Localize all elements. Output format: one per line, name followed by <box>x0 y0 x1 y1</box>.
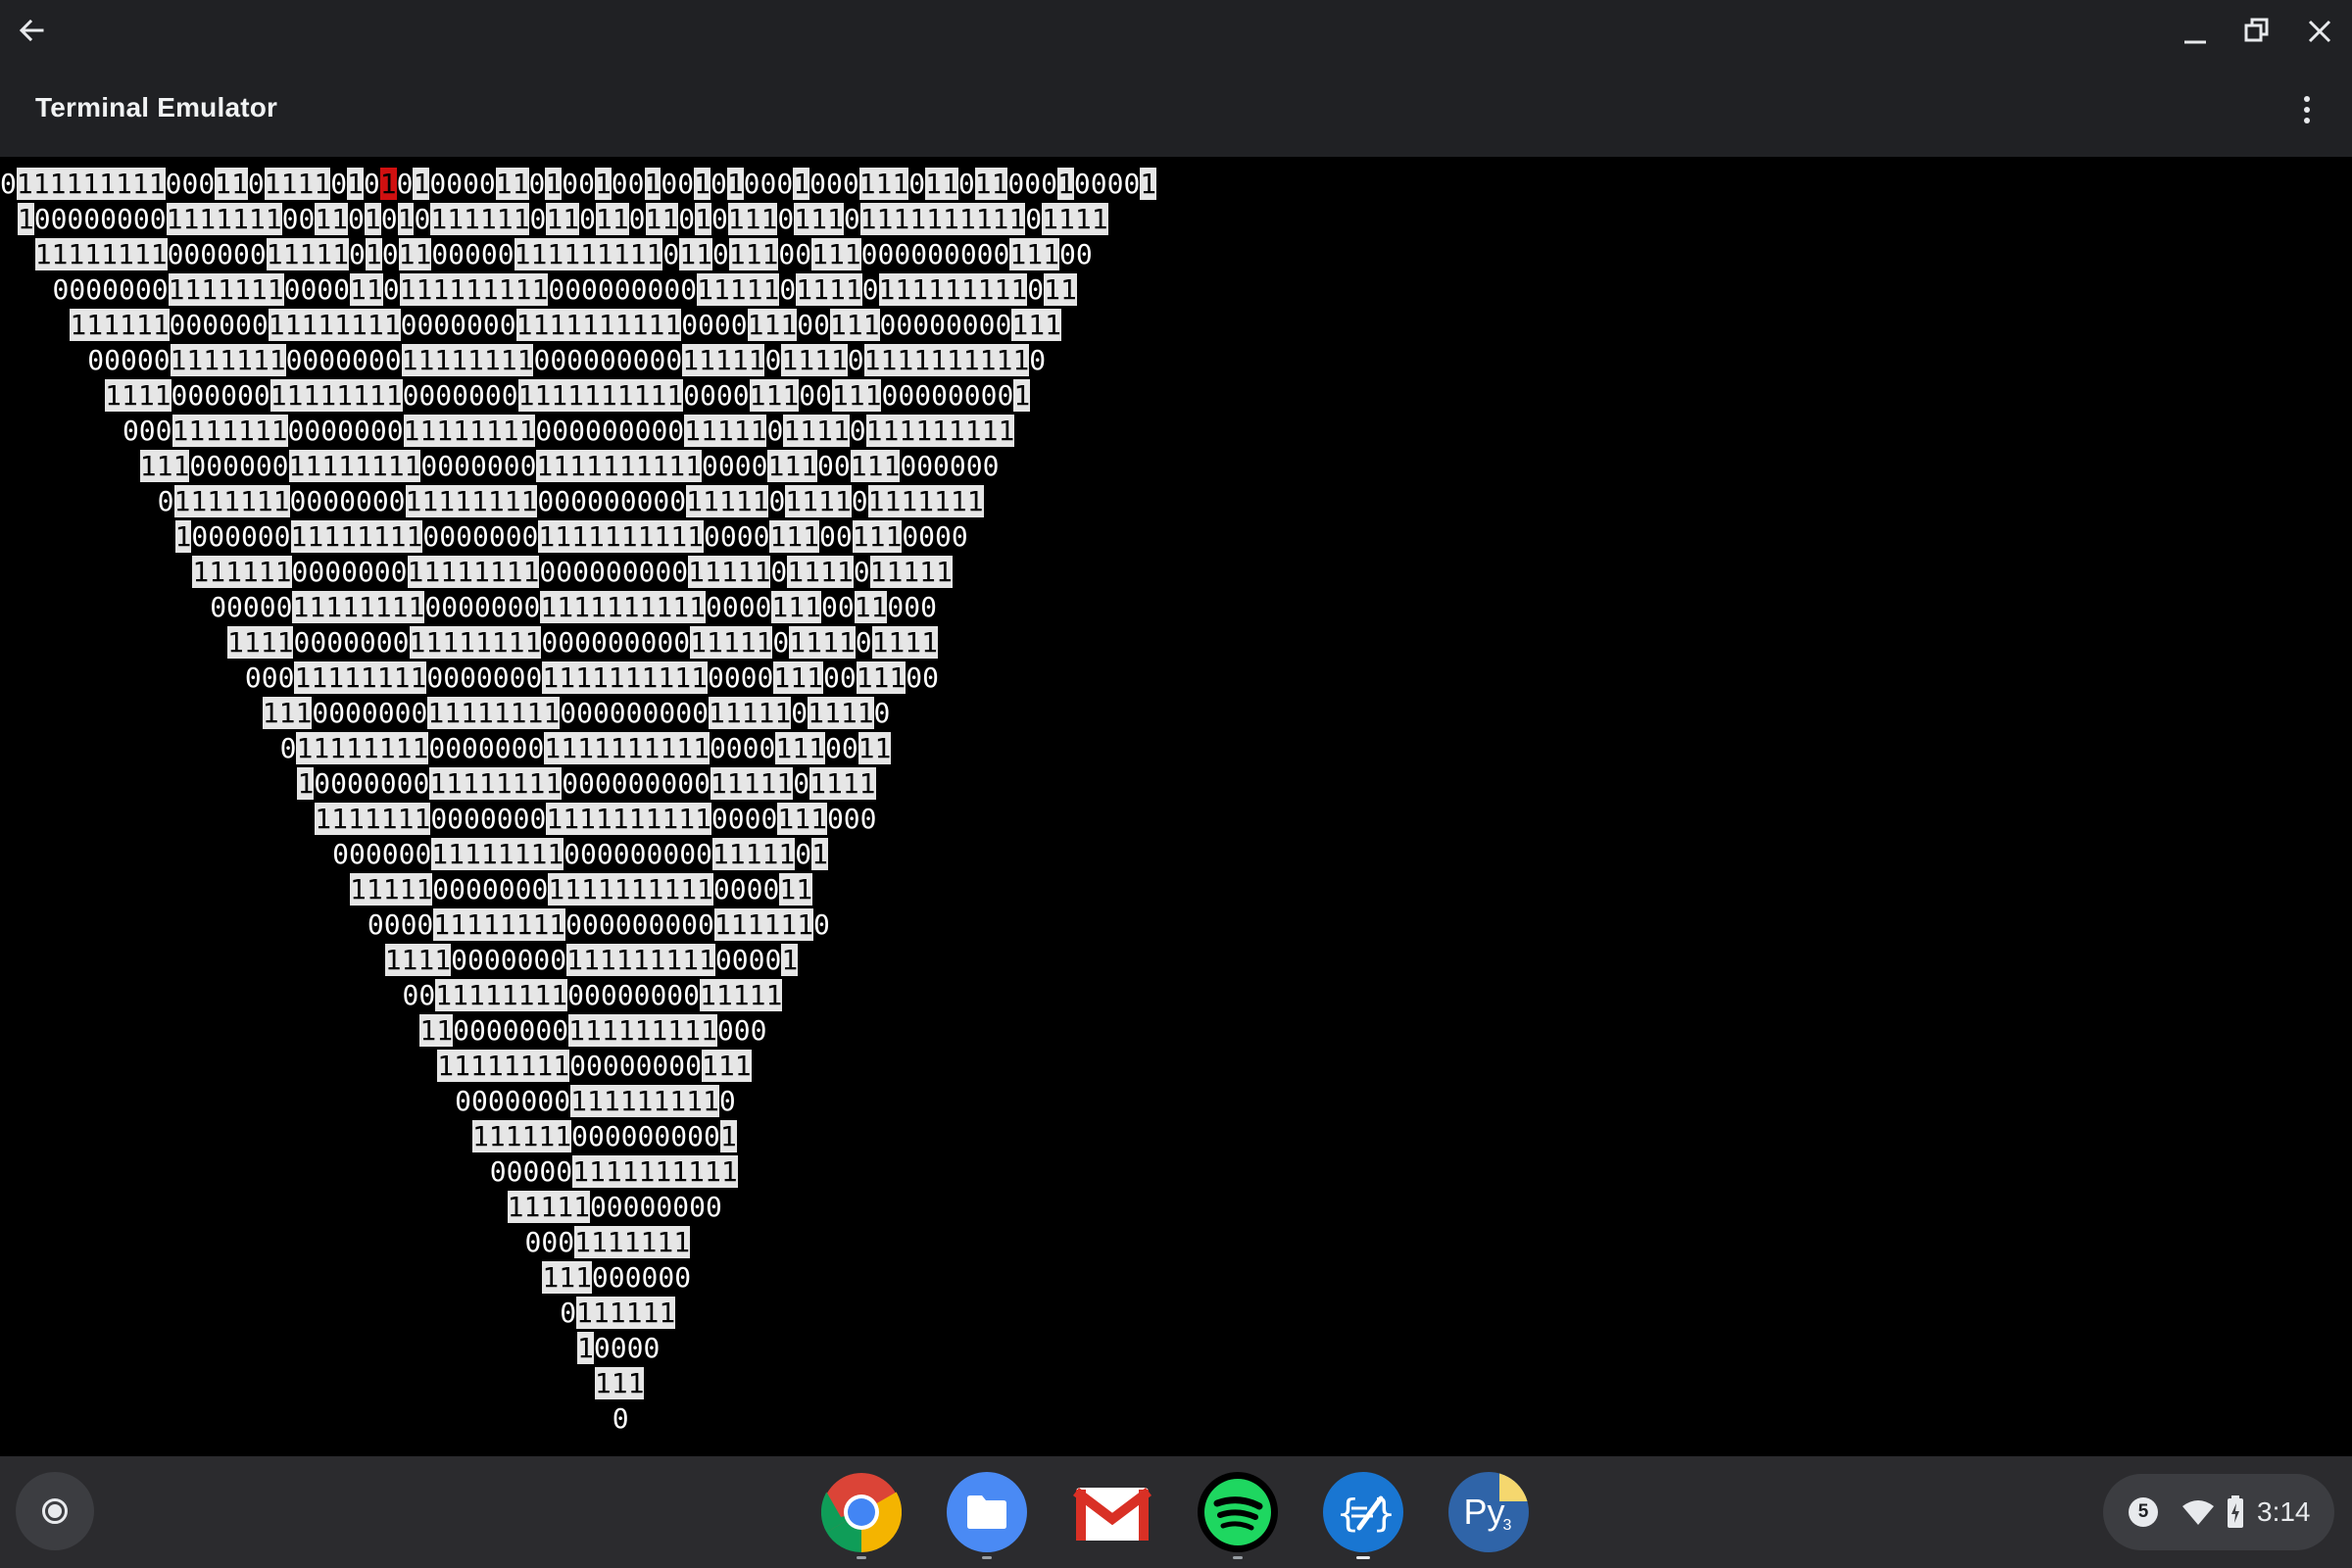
launcher-button[interactable] <box>16 1472 94 1550</box>
text-editor-app[interactable]: { } <box>1323 1472 1403 1552</box>
terminal-line: 11100000001111111100000000011111011110 <box>262 697 891 729</box>
terminal-line: 1000000001111111001101010111111011011011… <box>17 203 1108 235</box>
terminal-line: 1111110000001111111100000001111111111000… <box>70 309 1061 341</box>
terminal-line: 0001111111000000011111111000000000111110… <box>122 415 1015 447</box>
launcher-icon <box>42 1498 68 1524</box>
python3-version-mark: 3 <box>1502 1517 1512 1534</box>
terminal-line: 1111100000001111111111000011 <box>350 873 813 906</box>
files-app[interactable] <box>947 1472 1027 1552</box>
chrome-icon <box>821 1473 902 1552</box>
terminal-line: 1111111100000011111010110000011111111101… <box>34 238 1093 270</box>
chrome-running-indicator <box>857 1556 866 1559</box>
terminal-line: 0111111110000000111111111100001110011 <box>279 732 892 764</box>
terminal-line: 0111111111000110111101010100001101001001… <box>0 168 1157 200</box>
terminal-line: 000000111111110000000001111101 <box>332 838 828 870</box>
more-vert-icon <box>2304 96 2310 123</box>
terminal-line: 1111111000000011111111110000111000 <box>315 803 877 835</box>
terminal-line: 1111111100000000111 <box>437 1050 752 1082</box>
spotify-running-indicator <box>1233 1556 1243 1559</box>
terminal-line: 1111000000011111111000000000111110111101… <box>227 626 938 659</box>
gmail-app[interactable] <box>1072 1472 1152 1552</box>
terminal-line: 0111111100000001111111100000000011111011… <box>157 485 984 517</box>
text-editor-icon: { } <box>1337 1492 1393 1535</box>
spotify-icon <box>1204 1479 1271 1545</box>
terminal-line: 00111111110000000011111 <box>402 979 783 1011</box>
terminal-line: 10000000111111110000000001111101111 <box>297 767 876 800</box>
terminal-line: 111000000 <box>542 1261 692 1294</box>
terminal-line: 110000000111111111000 <box>419 1014 767 1047</box>
terminal-line: 00000001111111110 <box>455 1085 736 1117</box>
battery-charging-icon <box>2228 1495 2243 1528</box>
restore-button[interactable] <box>2230 3 2284 58</box>
terminal-line: 0111111 <box>560 1297 676 1329</box>
minimize-icon <box>2184 40 2206 44</box>
arrow-left-icon <box>19 19 44 42</box>
clock: 3:14 <box>2257 1496 2311 1527</box>
wifi-icon <box>2182 1500 2214 1525</box>
chrome-app[interactable] <box>821 1472 902 1552</box>
status-tray[interactable]: 5 3:14 <box>2103 1474 2334 1550</box>
terminal-line: 1111000000011111111100001 <box>384 944 799 976</box>
notification-count-badge: 5 <box>2129 1497 2158 1527</box>
terminal-line: 1111100000000 <box>507 1191 722 1223</box>
gmail-icon <box>1072 1488 1152 1541</box>
terminal-line: 0001111111100000001111111111000011100111… <box>244 662 939 694</box>
terminal-line: 1110000001111111100000001111111111000011… <box>139 450 1000 482</box>
terminal-line: 1111110000000111111110000000001111101111… <box>192 556 953 588</box>
minimize-button[interactable] <box>2168 4 2223 59</box>
back-button[interactable] <box>4 3 59 58</box>
terminal-line: 0000000111111100001101111111110000000001… <box>52 273 1077 306</box>
terminal-line: 111 <box>594 1367 645 1399</box>
python3-label: Py <box>1463 1492 1505 1532</box>
terminal-line: 0000011111110000000111111110000000001111… <box>87 344 1047 376</box>
text-editor-running-indicator <box>1356 1556 1370 1559</box>
shelf: { } Py 3 5 3:14 <box>0 1456 2352 1568</box>
close-button[interactable] <box>2292 4 2347 59</box>
terminal-line: 0001111111 <box>524 1226 691 1258</box>
terminal-line: 0 <box>612 1402 629 1435</box>
terminal-line: 1111000000111111110000000111111111100001… <box>105 379 1031 412</box>
files-running-indicator <box>982 1556 992 1559</box>
terminal-line: 1000000111111110000000111111111100001110… <box>174 520 968 553</box>
more-menu-button[interactable] <box>2281 84 2332 135</box>
svg-text:{: { <box>1337 1492 1359 1535</box>
spotify-app[interactable] <box>1198 1472 1278 1552</box>
files-icon <box>967 1495 1006 1529</box>
terminal-view[interactable]: 0111111111000110111101010100001101001001… <box>0 157 2352 1456</box>
restore-icon <box>2244 18 2269 42</box>
terminal-line: 0000111111110000000001111110 <box>367 908 830 941</box>
python3-app[interactable]: Py 3 <box>1448 1472 1529 1552</box>
terminal-line: 000001111111111 <box>489 1155 738 1188</box>
app-title: Terminal Emulator <box>35 92 278 122</box>
terminal-line: 1111110000000001 <box>471 1120 737 1152</box>
terminal-line: 0000011111111000000011111111110000111001… <box>210 591 937 623</box>
title-bar: Terminal Emulator <box>0 0 2352 157</box>
close-icon <box>2308 20 2331 43</box>
terminal-line: 10000 <box>577 1332 661 1364</box>
